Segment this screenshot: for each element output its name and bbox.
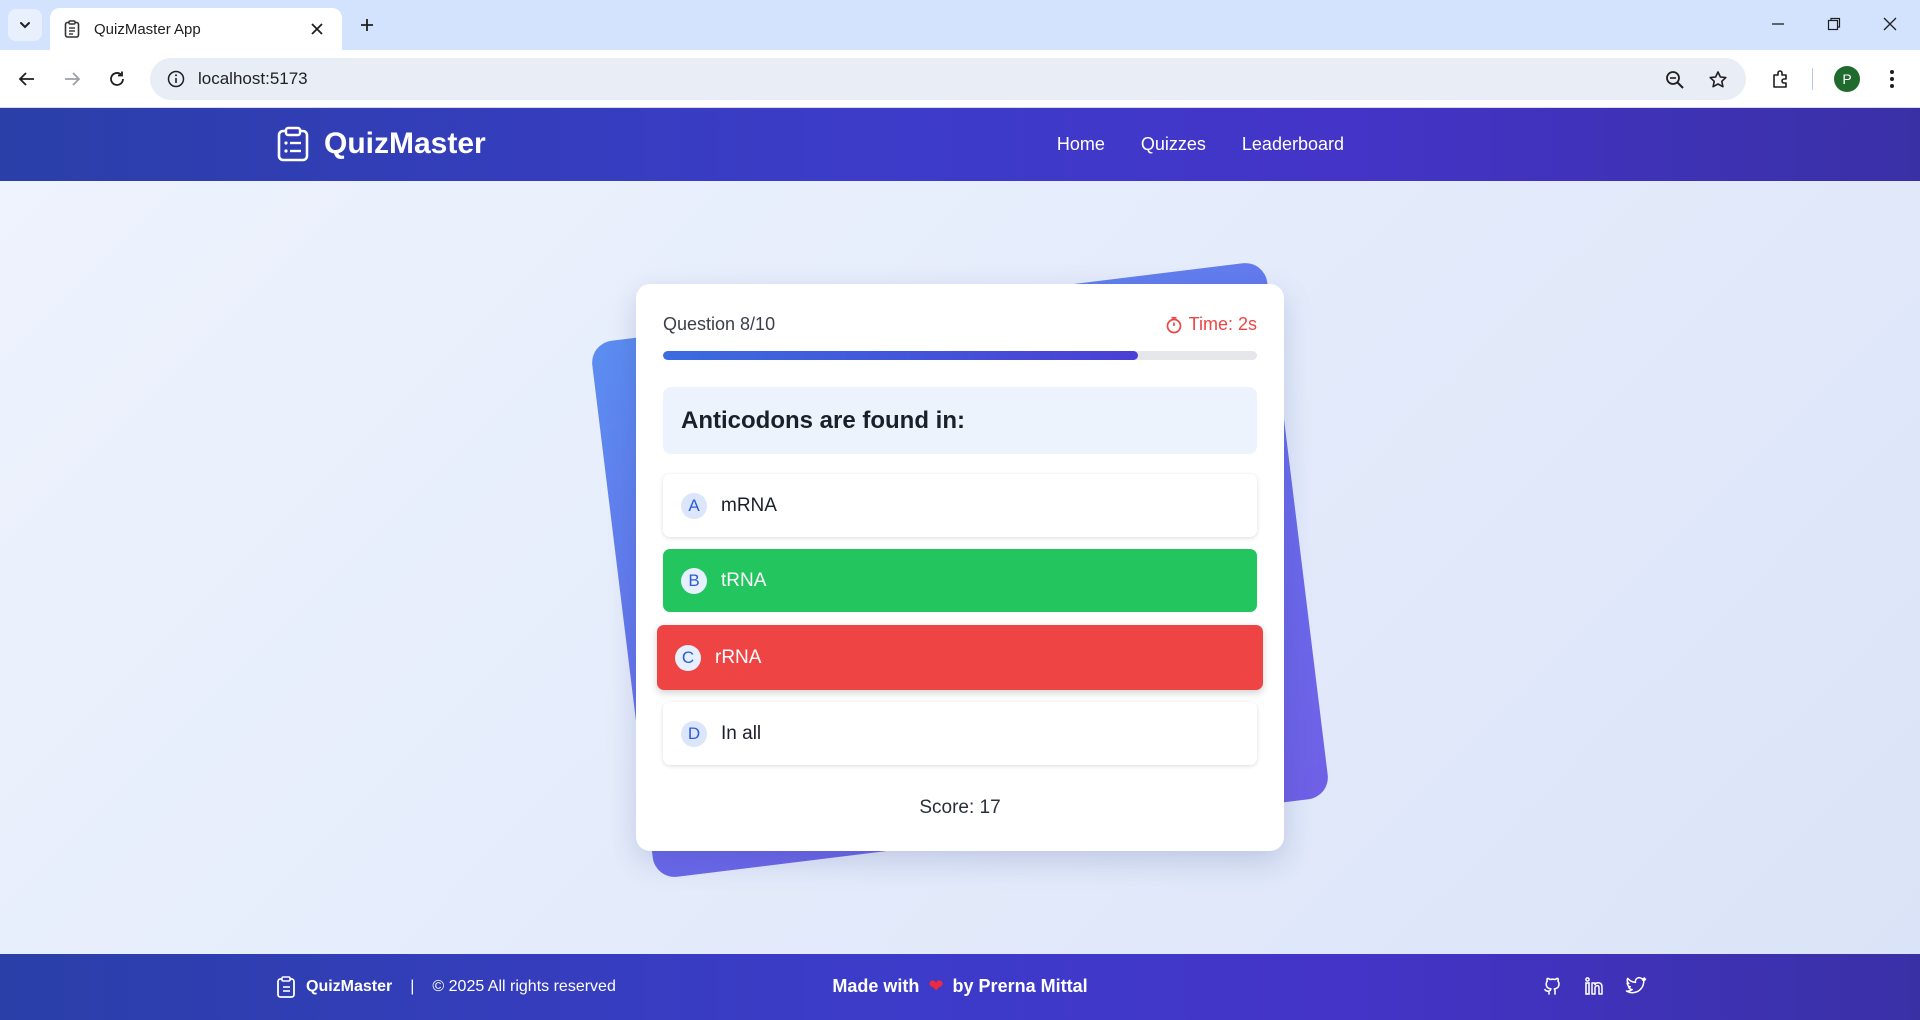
window-close-button[interactable]	[1870, 8, 1910, 40]
new-tab-button[interactable]	[352, 10, 382, 40]
minimize-icon	[1772, 23, 1784, 25]
chevron-down-icon	[20, 22, 30, 29]
more-vert-icon	[1890, 70, 1894, 88]
app-footer: QuizMaster | © 2025 All rights reserved …	[0, 954, 1920, 1020]
stopwatch-icon	[1166, 316, 1182, 333]
option-text: In all	[721, 722, 762, 744]
reload-icon	[110, 71, 124, 86]
made-with-text: Made with	[832, 976, 920, 996]
back-button[interactable]	[10, 62, 44, 96]
progress-bar	[663, 351, 1257, 360]
nav-quizzes[interactable]: Quizzes	[1141, 134, 1206, 155]
timer: Time: 2s	[1165, 314, 1257, 335]
menu-button[interactable]	[1877, 64, 1907, 94]
arrow-left-icon	[18, 72, 34, 86]
option-d[interactable]: D In all	[663, 702, 1257, 765]
question-counter: Question 8/10	[663, 314, 776, 334]
option-letter: A	[681, 492, 707, 519]
brand-logo[interactable]: QuizMaster	[276, 126, 486, 162]
browser-tab[interactable]: QuizMaster App	[50, 8, 342, 50]
option-a[interactable]: A mRNA	[663, 474, 1257, 537]
author-text: by Prerna Mittal	[952, 976, 1088, 996]
option-letter: D	[681, 720, 707, 747]
browser-tab-strip: QuizMaster App	[0, 0, 1920, 50]
timer-label: Time: 2s	[1188, 314, 1257, 334]
address-bar[interactable]: localhost:5173	[150, 58, 1746, 100]
social-links	[1540, 974, 1648, 998]
question-text: Anticodons are found in:	[681, 406, 965, 434]
progress-fill	[663, 351, 1139, 360]
minimize-button[interactable]	[1758, 8, 1798, 40]
option-text: rRNA	[715, 646, 762, 668]
brand-name: QuizMaster	[324, 127, 486, 160]
restore-button[interactable]	[1814, 8, 1854, 40]
heart-icon: ❤	[928, 976, 944, 996]
url-text[interactable]: localhost:5173	[198, 69, 308, 89]
app-header: QuizMaster Home Quizzes Leaderboard	[0, 108, 1920, 181]
option-letter: C	[675, 644, 701, 671]
clipboard-icon	[277, 126, 309, 162]
arrow-right-icon	[65, 72, 81, 86]
profile-button[interactable]: P	[1832, 64, 1862, 94]
restore-icon	[1827, 17, 1841, 31]
option-letter: B	[681, 567, 707, 594]
zoom-icon[interactable]	[1662, 67, 1688, 93]
browser-toolbar: localhost:5173 P	[0, 50, 1920, 108]
info-icon[interactable]	[164, 67, 188, 91]
extensions-button[interactable]	[1766, 64, 1796, 94]
score: Score: 17	[919, 797, 1001, 818]
avatar: P	[1834, 66, 1860, 92]
linkedin-icon[interactable]	[1582, 974, 1606, 998]
forward-button[interactable]	[55, 62, 89, 96]
option-b[interactable]: B tRNA	[663, 549, 1257, 612]
nav-leaderboard[interactable]: Leaderboard	[1242, 134, 1344, 155]
github-icon[interactable]	[1540, 974, 1564, 998]
main-nav: Home Quizzes Leaderboard	[1057, 134, 1344, 155]
quiz-card-header: Question 8/10 Time: 2s	[663, 314, 1257, 335]
puzzle-icon	[1773, 70, 1787, 88]
toolbar-divider	[1812, 68, 1813, 90]
nav-home[interactable]: Home	[1057, 134, 1105, 155]
twitter-icon[interactable]	[1624, 974, 1648, 998]
plus-icon	[361, 19, 373, 31]
option-c[interactable]: C rRNA	[657, 625, 1263, 690]
close-icon[interactable]	[306, 18, 328, 40]
option-text: mRNA	[721, 494, 777, 516]
close-icon	[1883, 17, 1897, 31]
option-text: tRNA	[721, 569, 767, 591]
star-icon[interactable]	[1705, 67, 1731, 93]
quiz-card: Question 8/10 Time: 2s Anticodons are fo…	[636, 284, 1284, 851]
tab-title: QuizMaster App	[94, 20, 201, 38]
reload-button[interactable]	[100, 62, 134, 96]
clipboard-icon	[64, 20, 82, 38]
tab-search-button[interactable]	[8, 9, 42, 41]
question-box: Anticodons are found in:	[663, 387, 1257, 454]
